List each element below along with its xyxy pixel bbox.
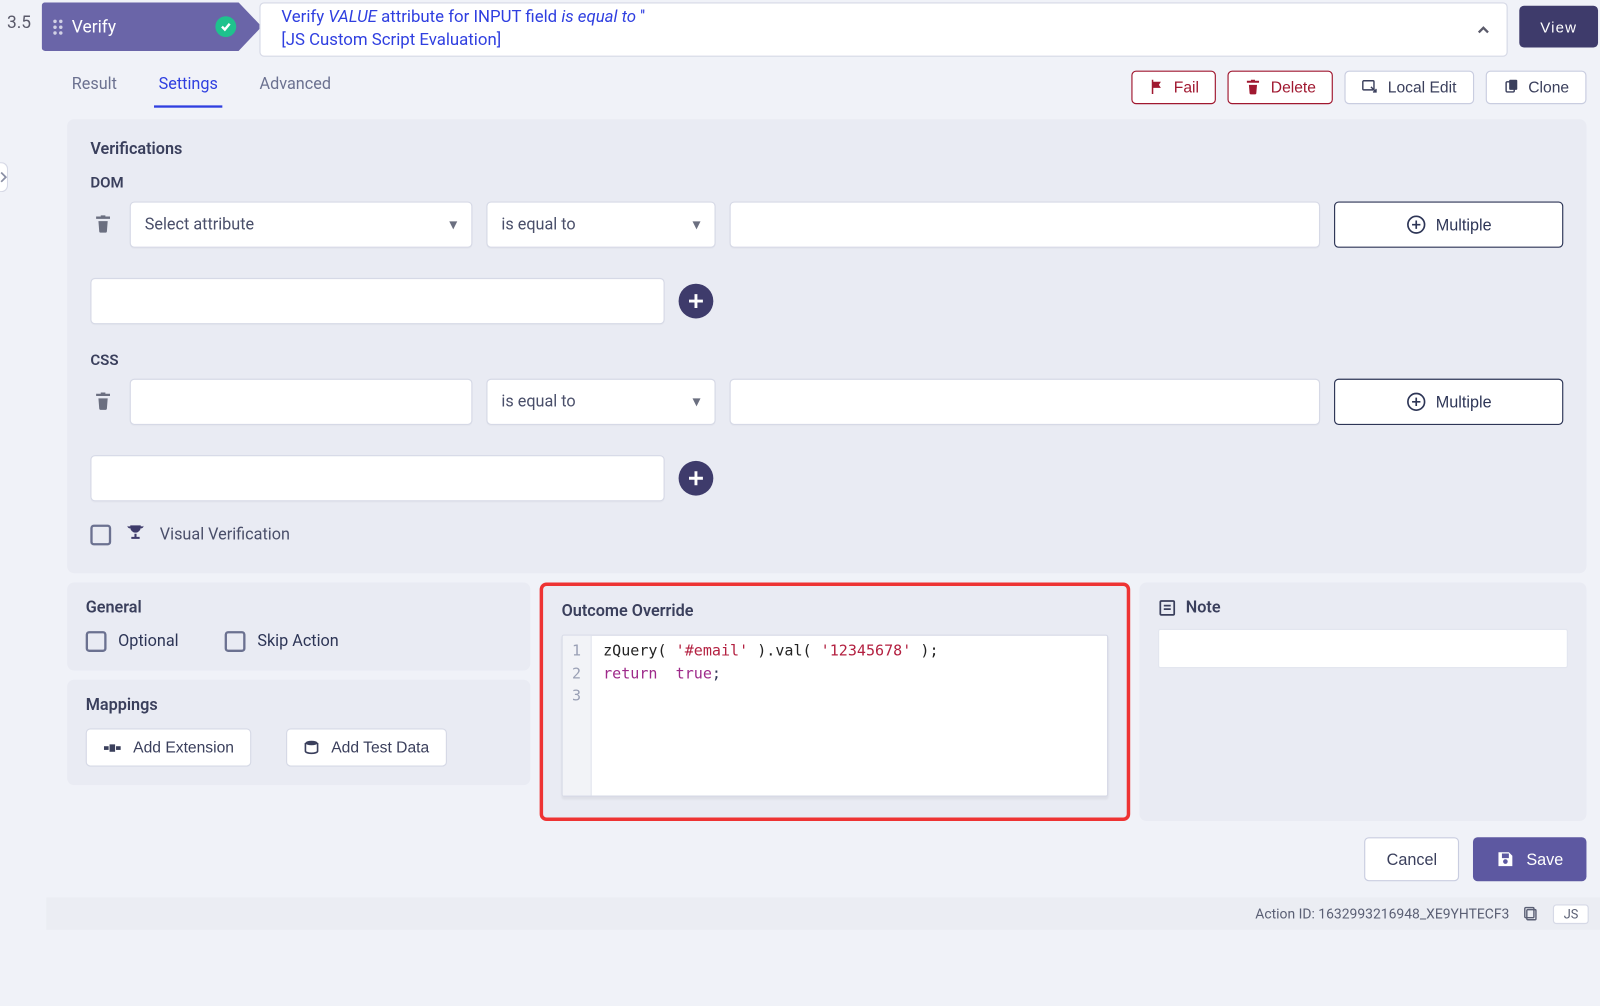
mappings-card: Mappings Add Extension Add Test Data: [67, 680, 530, 785]
skip-action-checkbox[interactable]: [225, 631, 246, 652]
css-multiple-button[interactable]: Multiple: [1334, 379, 1563, 425]
cancel-button[interactable]: Cancel: [1365, 837, 1459, 881]
general-card: General Optional Skip Action: [67, 583, 530, 671]
trash-icon: [94, 214, 113, 235]
plus-circle-icon: [1406, 392, 1427, 413]
mappings-title: Mappings: [86, 696, 512, 715]
verifications-panel: Verifications DOM Select attribute ▾ is …: [67, 119, 1586, 573]
css-operator-select[interactable]: is equal to ▾: [486, 379, 715, 425]
clone-icon: [1503, 79, 1519, 95]
js-badge: JS: [1553, 904, 1588, 924]
outcome-override-title: Outcome Override: [562, 602, 1109, 621]
local-edit-button[interactable]: Local Edit: [1345, 70, 1474, 104]
dom-extra-input[interactable]: [90, 278, 664, 324]
dom-multiple-button[interactable]: Multiple: [1334, 202, 1563, 248]
code-editor[interactable]: 123 zQuery( '#email' ).val( '12345678' )…: [562, 635, 1109, 797]
dom-delete-button[interactable]: [90, 214, 115, 235]
chevron-down-icon: ▾: [692, 216, 700, 235]
plus-circle-icon: [1406, 214, 1427, 235]
save-icon: [1496, 850, 1515, 869]
status-check-icon: [215, 16, 236, 37]
css-label: CSS: [90, 352, 1563, 369]
view-button[interactable]: View: [1519, 6, 1598, 48]
note-textarea[interactable]: [1158, 629, 1568, 668]
visual-verification-label: Visual Verification: [160, 526, 290, 545]
database-icon: [303, 740, 319, 756]
flag-icon: [1148, 79, 1164, 95]
css-property-input[interactable]: [130, 379, 473, 425]
dom-operator-select[interactable]: is equal to ▾: [486, 202, 715, 248]
note-title: Note: [1186, 599, 1221, 618]
chevron-down-icon: ▾: [449, 216, 457, 235]
clone-button[interactable]: Clone: [1485, 70, 1586, 104]
code-content[interactable]: zQuery( '#email' ).val( '12345678' );ret…: [592, 636, 951, 796]
drag-handle-icon[interactable]: [53, 19, 62, 34]
action-type-chip[interactable]: Verify: [42, 2, 262, 51]
visual-verification-checkbox[interactable]: [90, 525, 111, 546]
note-icon: [1158, 599, 1177, 618]
step-number: 3.5: [2, 2, 41, 57]
trophy-icon: [125, 522, 146, 547]
general-title: General: [86, 599, 512, 618]
verifications-title: Verifications: [90, 140, 1563, 159]
css-delete-button[interactable]: [90, 392, 115, 413]
trash-icon: [94, 392, 113, 413]
dom-value-input[interactable]: [730, 202, 1321, 248]
plus-icon: [688, 470, 704, 486]
add-extension-button[interactable]: Add Extension: [86, 729, 252, 767]
local-edit-icon: [1362, 79, 1378, 95]
skip-action-label: Skip Action: [257, 632, 338, 651]
delete-button[interactable]: Delete: [1228, 70, 1333, 104]
css-add-button[interactable]: [679, 461, 714, 496]
optional-label: Optional: [118, 632, 178, 651]
action-title: Verify VALUE attribute for INPUT field i…: [259, 2, 1507, 57]
copy-icon[interactable]: [1523, 906, 1539, 922]
tab-advanced[interactable]: Advanced: [255, 66, 336, 108]
action-type-label: Verify: [72, 16, 116, 37]
css-extra-input[interactable]: [90, 455, 664, 501]
action-id-label: Action ID: 1632993216948_XE9YHTECF3: [1255, 906, 1509, 922]
add-test-data-button[interactable]: Add Test Data: [286, 729, 446, 767]
tab-settings[interactable]: Settings: [154, 66, 222, 108]
tab-result[interactable]: Result: [67, 66, 121, 108]
save-button[interactable]: Save: [1473, 837, 1586, 881]
css-value-input[interactable]: [730, 379, 1321, 425]
trash-icon: [1245, 79, 1261, 95]
note-card: Note: [1139, 583, 1586, 822]
left-drawer-handle[interactable]: [0, 162, 8, 192]
optional-checkbox[interactable]: [86, 631, 107, 652]
code-gutter: 123: [563, 636, 592, 796]
outcome-override-card: Outcome Override 123 zQuery( '#email' ).…: [540, 583, 1131, 822]
extension-icon: [103, 741, 122, 755]
dom-attribute-select[interactable]: Select attribute ▾: [130, 202, 473, 248]
chevron-down-icon: ▾: [692, 393, 700, 412]
collapse-caret-icon[interactable]: [1472, 18, 1495, 41]
fail-button[interactable]: Fail: [1131, 70, 1216, 104]
dom-label: DOM: [90, 175, 1563, 192]
plus-icon: [688, 293, 704, 309]
status-bar: Action ID: 1632993216948_XE9YHTECF3 JS: [46, 898, 1600, 930]
dom-add-button[interactable]: [679, 284, 714, 319]
